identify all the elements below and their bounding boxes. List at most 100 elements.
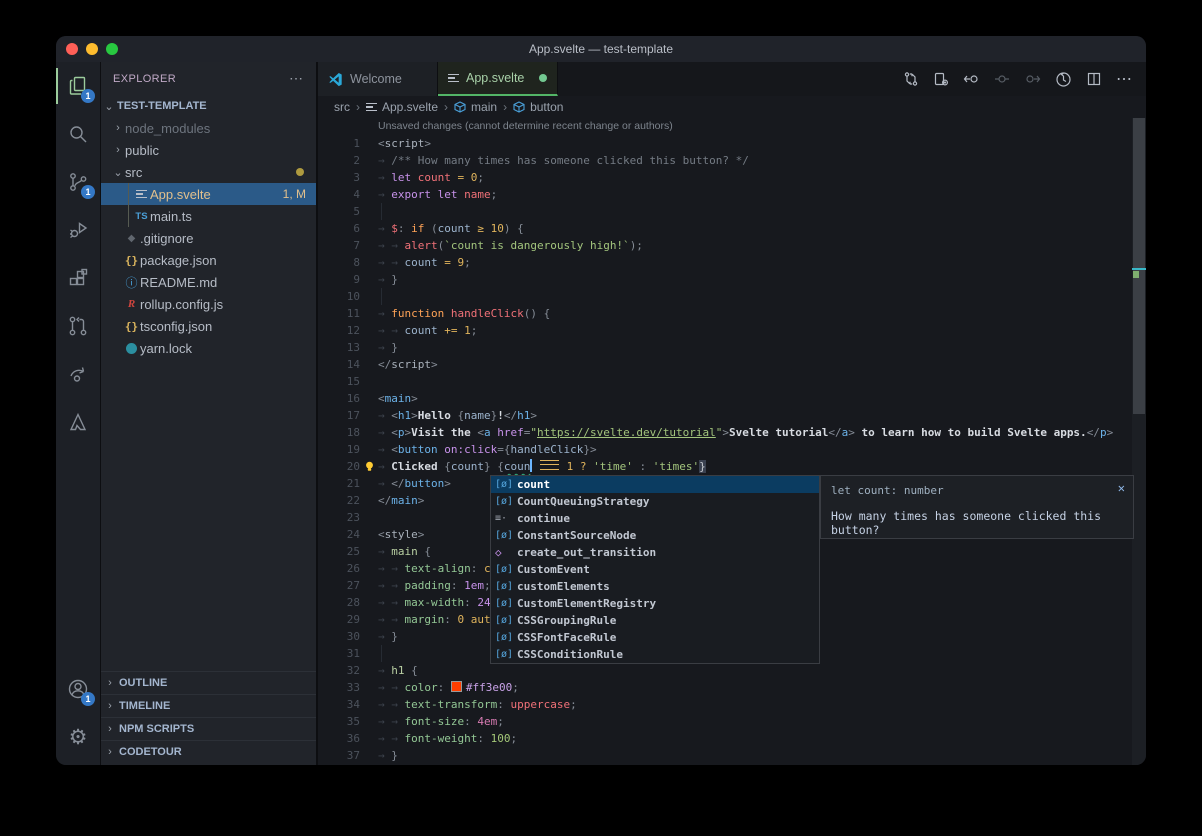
suggest-item-customelementregistry[interactable]: [ø]CustomElementRegistry: [491, 595, 819, 612]
breadcrumb-item-main[interactable]: main: [454, 100, 497, 114]
code-line-36[interactable]: 36→ → font-weight: 100;: [318, 730, 1146, 747]
code-line-16[interactable]: 16<main>: [318, 390, 1146, 407]
line-number[interactable]: 13: [318, 339, 360, 356]
line-number[interactable]: 31: [318, 645, 360, 662]
codelens-annotation[interactable]: Unsaved changes (cannot determine recent…: [318, 118, 1146, 135]
file-row-src[interactable]: ⌄src: [101, 161, 316, 183]
color-swatch[interactable]: [451, 681, 462, 692]
close-icon[interactable]: ✕: [1118, 481, 1125, 495]
line-number[interactable]: 27: [318, 577, 360, 594]
suggest-item-cssgroupingrule[interactable]: [ø]CSSGroupingRule: [491, 612, 819, 629]
tab-welcome[interactable]: Welcome: [318, 62, 438, 96]
code-editor[interactable]: Unsaved changes (cannot determine recent…: [318, 118, 1146, 765]
file-history-icon[interactable]: [1055, 71, 1072, 88]
file-row-node-modules[interactable]: ›node_modules: [101, 117, 316, 139]
code-line-37[interactable]: 37→ }: [318, 747, 1146, 764]
line-number[interactable]: 26: [318, 560, 360, 577]
line-number[interactable]: 25: [318, 543, 360, 560]
line-number[interactable]: 2: [318, 152, 360, 169]
code-line-13[interactable]: 13→ }: [318, 339, 1146, 356]
file-row-yarn-lock[interactable]: yarn.lock: [101, 337, 316, 359]
line-number[interactable]: 24: [318, 526, 360, 543]
line-number[interactable]: 3: [318, 169, 360, 186]
code-line-11[interactable]: 11→ function handleClick() {: [318, 305, 1146, 322]
line-number[interactable]: 10: [318, 288, 360, 305]
line-number[interactable]: 18: [318, 424, 360, 441]
code-line-1[interactable]: 1<script>: [318, 135, 1146, 152]
activity-search[interactable]: [56, 110, 100, 158]
breadcrumb-item-button[interactable]: button: [513, 100, 563, 114]
line-number[interactable]: 11: [318, 305, 360, 322]
activity-source-control[interactable]: 1: [56, 158, 100, 206]
code-line-14[interactable]: 14</script>: [318, 356, 1146, 373]
code-line-2[interactable]: 2→ /** How many times has someone clicke…: [318, 152, 1146, 169]
file-row-app-svelte[interactable]: App.svelte1, M: [101, 183, 316, 205]
line-number[interactable]: 34: [318, 696, 360, 713]
code-line-8[interactable]: 8→ → count = 9;: [318, 254, 1146, 271]
accounts-button[interactable]: 1: [56, 665, 100, 713]
file-row-public[interactable]: ›public: [101, 139, 316, 161]
line-number[interactable]: 7: [318, 237, 360, 254]
suggest-item-customevent[interactable]: [ø]CustomEvent: [491, 561, 819, 578]
open-changes-icon[interactable]: [933, 71, 949, 87]
line-number[interactable]: 35: [318, 713, 360, 730]
code-line-33[interactable]: 33→ → color: #ff3e00;: [318, 679, 1146, 696]
settings-button[interactable]: ⚙: [56, 713, 100, 761]
suggest-item-countqueuingstrategy[interactable]: [ø]CountQueuingStrategy: [491, 493, 819, 510]
suggest-item-constantsourcenode[interactable]: [ø]ConstantSourceNode: [491, 527, 819, 544]
file-row-main-ts[interactable]: TSmain.ts: [101, 205, 316, 227]
code-line-19[interactable]: 19→ <button on:click={handleClick}>: [318, 441, 1146, 458]
line-number[interactable]: 33: [318, 679, 360, 696]
code-line-12[interactable]: 12→ → count += 1;: [318, 322, 1146, 339]
compare-changes-icon[interactable]: [903, 71, 919, 87]
suggest-item-count[interactable]: [ø]count: [491, 476, 819, 493]
more-actions-icon[interactable]: ⋯: [1116, 69, 1132, 89]
line-number[interactable]: 12: [318, 322, 360, 339]
line-number[interactable]: 4: [318, 186, 360, 203]
code-line-4[interactable]: 4→ export let name;: [318, 186, 1146, 203]
line-number[interactable]: 8: [318, 254, 360, 271]
code-line-17[interactable]: 17→ <h1>Hello {name}!</h1>: [318, 407, 1146, 424]
line-number[interactable]: 30: [318, 628, 360, 645]
line-number[interactable]: 1: [318, 135, 360, 152]
modified-dot-icon[interactable]: [539, 74, 547, 82]
code-line-3[interactable]: 3→ let count = 0;: [318, 169, 1146, 186]
line-number[interactable]: 15: [318, 373, 360, 390]
title-bar[interactable]: App.svelte — test-template: [56, 36, 1146, 62]
scrollbar-thumb[interactable]: [1133, 118, 1145, 414]
section-codetour[interactable]: ›CODETOUR: [101, 740, 316, 763]
line-number[interactable]: 28: [318, 594, 360, 611]
code-line-20[interactable]: 20→ Clicked {count} {coun 1 ? 'time' : '…: [318, 458, 1146, 475]
activity-explorer[interactable]: 1: [56, 62, 100, 110]
breadcrumb-item-app-svelte[interactable]: App.svelte: [366, 100, 438, 114]
line-number[interactable]: 32: [318, 662, 360, 679]
line-number[interactable]: 16: [318, 390, 360, 407]
line-number[interactable]: 14: [318, 356, 360, 373]
explorer-more-actions[interactable]: ⋯: [289, 70, 304, 87]
line-number[interactable]: 21: [318, 475, 360, 492]
line-number[interactable]: 5: [318, 203, 360, 220]
split-editor-icon[interactable]: [1086, 71, 1102, 87]
activity-run-debug[interactable]: [56, 206, 100, 254]
section-timeline[interactable]: ›TIMELINE: [101, 694, 316, 717]
tab-app-svelte[interactable]: App.svelte: [438, 62, 558, 96]
file-row-readme-md[interactable]: ⓘREADME.md: [101, 271, 316, 293]
project-root-row[interactable]: ⌄ TEST-TEMPLATE: [101, 95, 316, 117]
file-row-rollup-config-js[interactable]: Rrollup.config.js: [101, 293, 316, 315]
file-row--gitignore[interactable]: ◆.gitignore: [101, 227, 316, 249]
previous-change-icon[interactable]: [963, 71, 980, 87]
line-number[interactable]: 22: [318, 492, 360, 509]
file-row-tsconfig-json[interactable]: {}tsconfig.json: [101, 315, 316, 337]
editor-scrollbar[interactable]: [1132, 118, 1146, 765]
code-line-7[interactable]: 7→ → alert(`count is dangerously high!`)…: [318, 237, 1146, 254]
line-number[interactable]: 23: [318, 509, 360, 526]
activity-azure[interactable]: [56, 398, 100, 446]
suggest-item-continue[interactable]: ≡·continue: [491, 510, 819, 527]
section-outline[interactable]: ›OUTLINE: [101, 671, 316, 694]
suggest-item-cssconditionrule[interactable]: [ø]CSSConditionRule: [491, 646, 819, 663]
section-npm-scripts[interactable]: ›NPM SCRIPTS: [101, 717, 316, 740]
code-line-34[interactable]: 34→ → text-transform: uppercase;: [318, 696, 1146, 713]
line-number[interactable]: 6: [318, 220, 360, 237]
activity-live-share[interactable]: [56, 350, 100, 398]
line-number[interactable]: 36: [318, 730, 360, 747]
